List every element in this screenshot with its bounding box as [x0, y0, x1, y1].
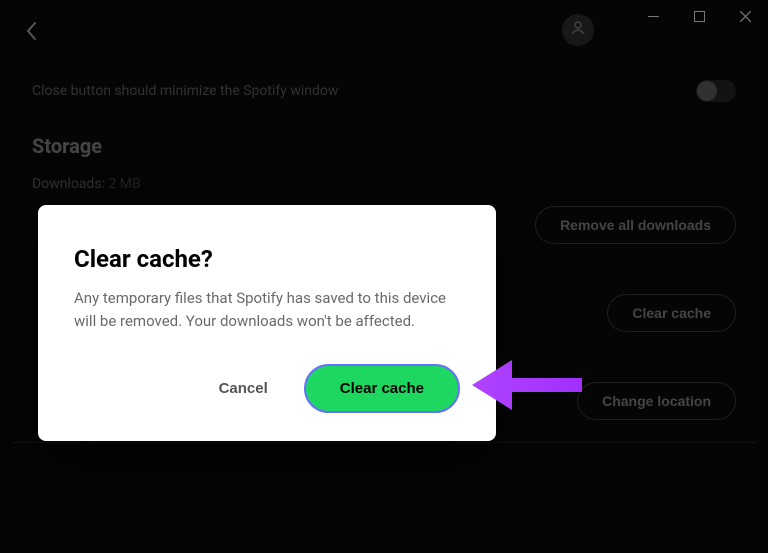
modal-title: Clear cache?	[74, 245, 460, 273]
cancel-button[interactable]: Cancel	[219, 380, 268, 397]
clear-cache-confirm-button[interactable]: Clear cache	[304, 364, 460, 413]
modal-body: Any temporary files that Spotify has sav…	[74, 287, 460, 334]
clear-cache-modal: Clear cache? Any temporary files that Sp…	[38, 205, 496, 441]
